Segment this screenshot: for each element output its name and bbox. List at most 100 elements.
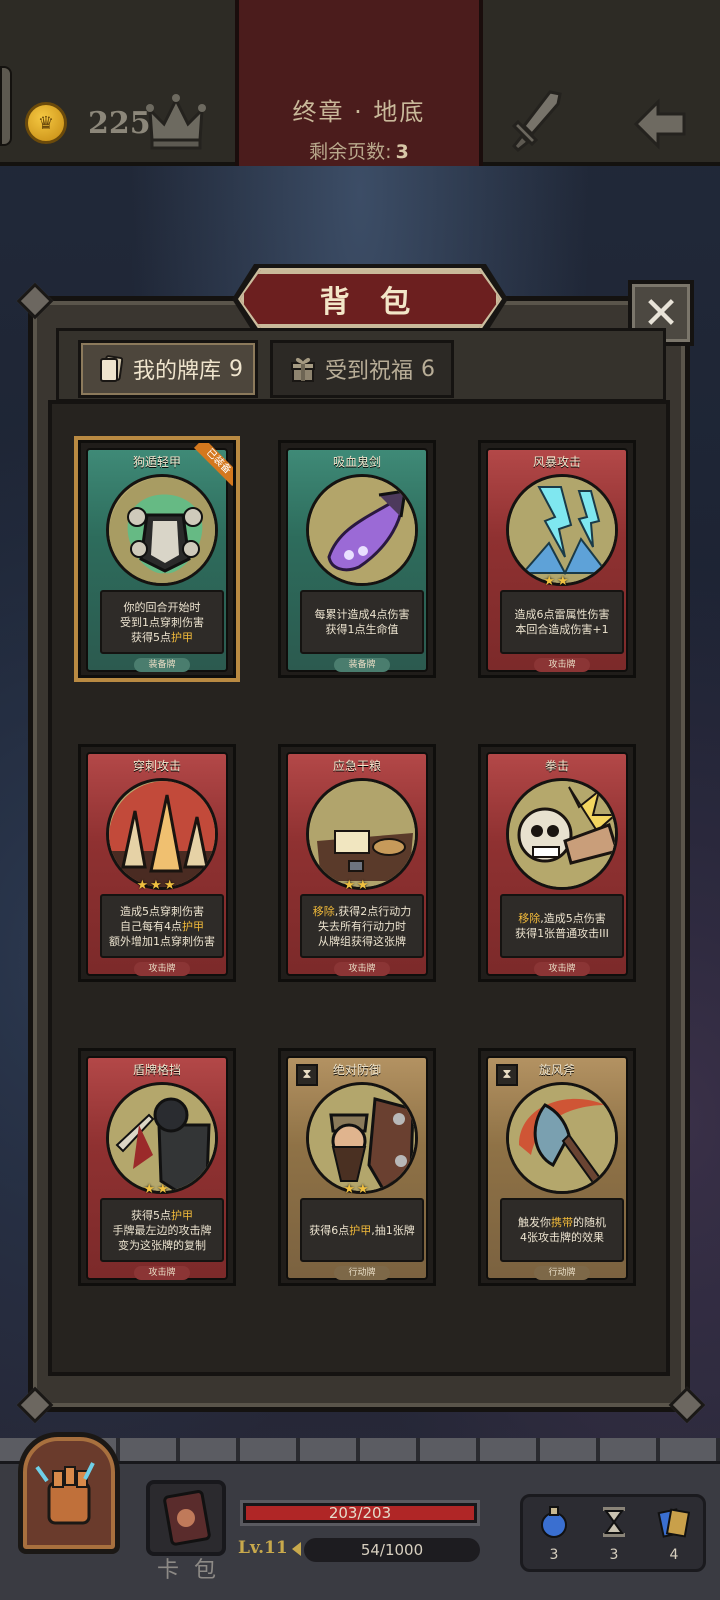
card-description: 移除,获得2点行动力 失去所有行动力时 从牌组获得这张牌 <box>300 894 424 958</box>
card-face: 应急干粮 ★★ 移除,获得2点行动力 失去所有行动力时 从牌组获得这张牌 攻击牌 <box>286 752 428 976</box>
card-desc-keyword: 护甲 <box>171 1208 193 1222</box>
card-item[interactable]: 应急干粮 ★★ 移除,获得2点行动力 失去所有行动力时 从牌组获得这张牌 攻击牌 <box>278 744 436 982</box>
card-stars: ★★ <box>343 878 371 893</box>
card-desc-text: ,抽1张牌 <box>371 1223 415 1237</box>
card-type-pill: 攻击牌 <box>134 1266 190 1280</box>
card-desc-text: 获得5点 <box>131 630 171 644</box>
resource-value: 4 <box>669 1547 679 1563</box>
card-desc-keyword: 护甲 <box>171 630 193 644</box>
card-description: 获得6点护甲,抽1张牌 <box>300 1198 424 1262</box>
card-name: 应急干粮 <box>332 759 381 773</box>
card-art-whirlwind-axe <box>506 1082 618 1194</box>
card-desc-line: 从牌组获得这张牌 <box>318 934 406 948</box>
card-item[interactable]: 绝对防御 ⧗ ★★ 获得6点护甲,抽1张牌 行动牌 <box>278 1048 436 1286</box>
crown-icon <box>146 94 206 150</box>
resource-hourglass[interactable]: 3 <box>589 1505 639 1563</box>
card-pack-label: 卡 包 <box>157 1558 220 1583</box>
card-face: 拳击 移除,造成5点伤害 获得1张普通攻击III 攻击牌 <box>486 752 628 976</box>
card-desc-line: 4张攻击牌的效果 <box>520 1231 604 1244</box>
card-desc-keyword: 携带 <box>551 1216 573 1229</box>
hp-text: 203/203 <box>328 1504 392 1522</box>
card-art-storm <box>506 474 618 586</box>
equipped-ribbon: 已装备 <box>173 443 233 503</box>
header-banner: 背 包 <box>240 270 500 328</box>
card-desc-text: 获得5点 <box>131 1208 171 1222</box>
level-label: Lv.11 <box>238 1538 288 1558</box>
card-desc-text: 获得6点 <box>309 1223 350 1237</box>
card-type-pill: 攻击牌 <box>334 962 390 976</box>
card-description: 造成5点穿刺伤害 自己每有4点护甲 额外增加1点穿刺伤害 <box>100 894 224 958</box>
tab-my-deck[interactable]: 我的牌库 9 <box>78 340 258 398</box>
card-type-pill: 攻击牌 <box>134 962 190 976</box>
card-stars: ★★ <box>543 574 571 589</box>
card-desc-line: 触发你携带的随机 <box>502 1215 622 1230</box>
card-art-rations <box>306 778 418 890</box>
card-name: 风暴攻击 <box>532 455 581 469</box>
card-item[interactable]: 旋风斧 ⧗ 触发你携带的随机 4张攻击牌的效果 行动牌 <box>478 1048 636 1286</box>
card-name: 盾牌格挡 <box>132 1063 181 1077</box>
gift-icon <box>291 357 315 382</box>
back-arrow-icon[interactable] <box>632 98 688 150</box>
resource-potion[interactable]: 3 <box>529 1505 579 1563</box>
card-face: 穿刺攻击 ★★★ 造成5点穿刺伤害 自己每有4点护甲 额外增加1点穿刺伤害 攻击… <box>86 752 228 976</box>
coin-count: 225 <box>88 106 151 141</box>
sword-icon[interactable] <box>510 88 566 152</box>
card-desc-line: 变为这张牌的复制 <box>118 1238 206 1252</box>
card-art-dwarf-defense <box>306 1082 418 1194</box>
xp-arrow-icon <box>292 1542 301 1556</box>
card-desc-line: 获得1张普通攻击III <box>515 927 609 940</box>
card-item[interactable]: 狗遁轻甲 你的回合开始时 受到1点穿刺伤害 获得5点护甲 装备牌 已装备 <box>78 440 236 678</box>
hero-portrait[interactable] <box>18 1432 120 1554</box>
xp-text: 54/1000 <box>360 1541 424 1559</box>
card-type-pill: 行动牌 <box>334 1266 390 1280</box>
card-art-spikes <box>106 778 218 890</box>
card-name: 拳击 <box>544 759 569 773</box>
card-type-pill: 装备牌 <box>134 658 190 672</box>
card-type-pill: 装备牌 <box>334 658 390 672</box>
hourglass-icon <box>603 1507 625 1537</box>
card-face: 绝对防御 ⧗ ★★ 获得6点护甲,抽1张牌 行动牌 <box>286 1056 428 1280</box>
resource-cards[interactable]: 4 <box>649 1505 699 1563</box>
card-description: 获得5点护甲 手牌最左边的攻击牌 变为这张牌的复制 <box>100 1198 224 1262</box>
fist-icon <box>35 1462 95 1525</box>
card-face: 盾牌格挡 ★★ 获得5点护甲 手牌最左边的攻击牌 变为这张牌的复制 攻击牌 <box>86 1056 228 1280</box>
resource-panel: 3 3 4 <box>520 1494 706 1572</box>
card-desc-text: 的随机 <box>573 1216 606 1229</box>
card-desc-line: 每累计造成4点伤害 <box>314 608 410 621</box>
potion-icon <box>541 1506 567 1538</box>
card-item[interactable]: 拳击 移除,造成5点伤害 获得1张普通攻击III 攻击牌 <box>478 744 636 982</box>
card-item[interactable]: 风暴攻击 ★★ 造成6点雷属性伤害 本回合造成伤害+1 攻击牌 <box>478 440 636 678</box>
card-description: 每累计造成4点伤害 获得1点生命值 <box>300 590 424 654</box>
card-desc-line: 造成6点雷属性伤害 <box>514 608 610 621</box>
card-desc-text: 自己每有4点 <box>120 919 182 933</box>
card-desc-line: 获得1点生命值 <box>325 623 399 636</box>
card-desc-line: 你的回合开始时 <box>123 600 201 614</box>
equipped-ribbon-label: 已装备 <box>193 443 233 487</box>
card-item[interactable]: 穿刺攻击 ★★★ 造成5点穿刺伤害 自己每有4点护甲 额外增加1点穿刺伤害 攻击… <box>78 744 236 982</box>
card-desc-line: 额外增加1点穿刺伤害 <box>109 934 215 948</box>
card-description: 移除,造成5点伤害 获得1张普通攻击III <box>500 894 624 958</box>
card-name: 穿刺攻击 <box>132 759 181 773</box>
card-desc-line: 本回合造成伤害+1 <box>515 623 609 636</box>
hp-bar: 203/203 <box>240 1500 480 1526</box>
panel-title: 背 包 <box>319 285 421 320</box>
tab-blessings-label: 受到祝福 <box>325 359 414 384</box>
coin-icon: ♛ <box>25 102 67 144</box>
tab-blessings-count: 6 <box>421 356 436 382</box>
card-item[interactable]: 吸血鬼剑 每累计造成4点伤害 获得1点生命值 装备牌 <box>278 440 436 678</box>
hourglass-icon: ⧗ <box>296 1064 318 1086</box>
chapter-panel: 终章 · 地底 剩余页数: 3 <box>235 0 483 166</box>
card-desc-line: 获得5点护甲 <box>102 1208 222 1223</box>
card-face: 旋风斧 ⧗ 触发你携带的随机 4张攻击牌的效果 行动牌 <box>486 1056 628 1280</box>
cards-icon <box>657 1508 691 1538</box>
card-face: 吸血鬼剑 每累计造成4点伤害 获得1点生命值 装备牌 <box>286 448 428 672</box>
card-item[interactable]: 盾牌格挡 ★★ 获得5点护甲 手牌最左边的攻击牌 变为这张牌的复制 攻击牌 <box>78 1048 236 1286</box>
card-art-shield-block <box>106 1082 218 1194</box>
card-pack-button[interactable] <box>146 1480 226 1556</box>
tab-blessings[interactable]: 受到祝福 6 <box>270 340 454 398</box>
resource-value: 3 <box>549 1547 559 1563</box>
card-desc-line: 受到1点穿刺伤害 <box>120 615 204 629</box>
card-desc-line: 移除,获得2点行动力 <box>302 904 422 919</box>
card-desc-line: 获得6点护甲,抽1张牌 <box>302 1223 422 1238</box>
card-art-punch <box>506 778 618 890</box>
